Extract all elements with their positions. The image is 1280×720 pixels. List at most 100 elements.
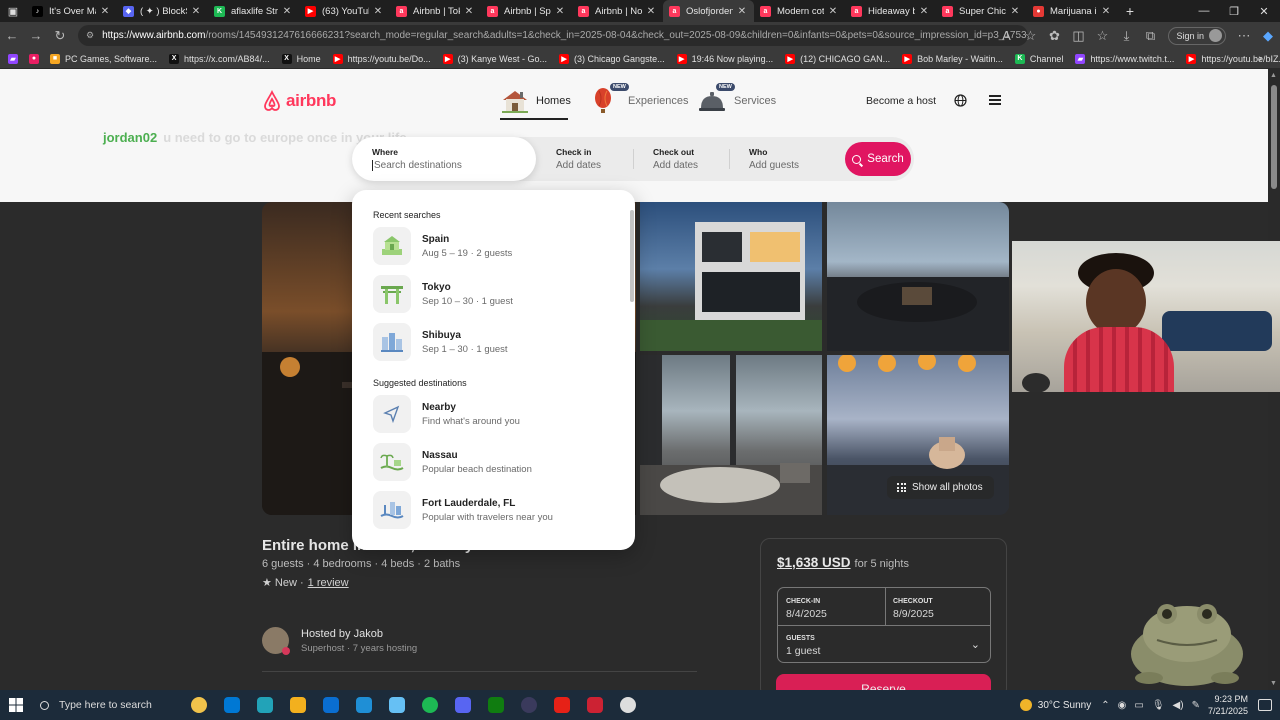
taskbar-app-icon[interactable]: [578, 690, 611, 720]
browser-tab[interactable]: ♪ It's Over Man✕: [26, 0, 117, 22]
taskbar-app-icon[interactable]: [512, 690, 545, 720]
bookmarks-overflow-icon[interactable]: ›: [1258, 53, 1262, 65]
taskbar-app-icon[interactable]: [479, 690, 512, 720]
hamburger-menu-icon[interactable]: [989, 93, 1001, 107]
recent-search-item[interactable]: Shibuya Sep 1 – 30 · 1 guest: [373, 323, 613, 361]
tab-homes[interactable]: Homes: [500, 87, 571, 115]
search-button[interactable]: Search: [845, 142, 911, 176]
close-tab-icon[interactable]: ✕: [827, 6, 839, 17]
bookmark-item[interactable]: Xhttps://x.com/AB84/...: [169, 53, 270, 64]
bookmark-item[interactable]: ▰ https://www.twitch.t...: [1075, 53, 1174, 64]
bookmark-item[interactable]: X Home: [281, 53, 321, 64]
recent-search-item[interactable]: Tokyo Sep 10 – 30 · 1 guest: [373, 275, 613, 313]
bookmark-item[interactable]: ▰: [8, 53, 23, 64]
collections-icon[interactable]: ⧉: [1138, 24, 1162, 48]
taskbar-app-icon[interactable]: [446, 690, 479, 720]
browser-tab[interactable]: ◆ ( ✦ ) BlockSpin✕: [117, 0, 208, 22]
bookmark-item[interactable]: ▶ (3) Kanye West - Go...: [442, 53, 547, 64]
close-tab-icon[interactable]: ✕: [1100, 6, 1112, 17]
recent-search-item[interactable]: Spain Aug 5 – 19 · 2 guests: [373, 227, 613, 265]
close-tab-icon[interactable]: ✕: [190, 6, 202, 17]
tab-experiences[interactable]: NEW Experiences: [592, 83, 689, 115]
bookmark-item[interactable]: ▶ 19:46 Now playing...: [676, 53, 773, 64]
volume-icon[interactable]: ◀): [1173, 700, 1184, 711]
scroll-down-icon[interactable]: ▼: [1270, 680, 1277, 687]
bookmark-item[interactable]: ●: [29, 53, 44, 64]
bookmark-item[interactable]: ■ PC Games, Software...: [50, 53, 157, 64]
chevron-up-icon[interactable]: ⌃: [1101, 700, 1109, 711]
taskbar-app-icon[interactable]: [248, 690, 281, 720]
checkin-cell[interactable]: CHECK-IN 8/4/2025: [778, 588, 885, 625]
pen-icon[interactable]: ✎: [1192, 700, 1200, 711]
taskbar-app-icon[interactable]: [413, 690, 446, 720]
extensions-icon[interactable]: ✿: [1042, 24, 1066, 48]
exterior-photo[interactable]: [640, 202, 822, 351]
bookmark-item[interactable]: ▶ (3) Chicago Gangste...: [559, 53, 665, 64]
window-menu-icon[interactable]: ▣: [0, 0, 26, 22]
minimize-icon[interactable]: —: [1188, 0, 1220, 22]
taskbar-app-icon[interactable]: [380, 690, 413, 720]
read-aloud-icon[interactable]: A: [994, 24, 1018, 48]
check-out-field[interactable]: Check out Add dates: [633, 137, 729, 181]
chevron-down-icon[interactable]: ⌄: [971, 638, 980, 651]
tab-services[interactable]: NEW Services: [698, 83, 776, 115]
new-tab-button[interactable]: +: [1118, 3, 1142, 19]
split-screen-icon[interactable]: ◫: [1066, 24, 1090, 48]
favorite-star-icon[interactable]: ☆: [1018, 24, 1042, 48]
taskbar-clock[interactable]: 9:23 PM 7/21/2025: [1208, 693, 1248, 717]
bookmark-item[interactable]: K Channel: [1014, 53, 1063, 64]
become-host-link[interactable]: Become a host: [866, 95, 936, 107]
reviews-link[interactable]: 1 review: [308, 577, 349, 589]
checkout-cell[interactable]: CHECKOUT 8/9/2025: [885, 588, 992, 625]
taskbar-app-icon[interactable]: [215, 690, 248, 720]
taskbar-app-icon[interactable]: [281, 690, 314, 720]
microphone-icon[interactable]: 🎙: [1152, 700, 1165, 711]
who-field[interactable]: Who Add guests: [729, 137, 841, 181]
close-tab-icon[interactable]: ✕: [918, 6, 930, 17]
show-all-photos-button[interactable]: Show all photos: [887, 476, 994, 499]
bookmark-item[interactable]: ▶ https://youtu.be/bIZ...: [1186, 53, 1280, 64]
browser-tab[interactable]: a Oslofjorden p✕: [663, 0, 754, 22]
browser-tab[interactable]: ▶ (63) YouTube✕: [299, 0, 390, 22]
taskbar-app-icon[interactable]: [347, 690, 380, 720]
taskbar-app-icon[interactable]: [314, 690, 347, 720]
guests-cell[interactable]: GUESTS 1 guest: [778, 625, 990, 663]
more-menu-icon[interactable]: ⋯: [1232, 24, 1256, 48]
back-icon[interactable]: ←: [0, 24, 24, 48]
close-tab-icon[interactable]: ✕: [736, 6, 748, 17]
bathtub-photo[interactable]: [827, 202, 1009, 351]
restore-icon[interactable]: ❐: [1218, 0, 1250, 22]
airbnb-logo[interactable]: airbnb: [262, 90, 336, 112]
scrollbar-thumb[interactable]: [1271, 85, 1277, 189]
browser-tab[interactable]: a Super Chic in✕: [936, 0, 1027, 22]
browser-tab[interactable]: a Hideaway by t✕: [845, 0, 936, 22]
close-window-icon[interactable]: ✕: [1248, 0, 1280, 22]
suggested-destination-item[interactable]: Nassau Popular beach destination: [373, 443, 613, 481]
bookmark-item[interactable]: ▶ (12) CHICAGO GAN...: [785, 53, 890, 64]
taskbar-search-box[interactable]: Type here to search: [32, 690, 182, 720]
destination-search-input[interactable]: Search destinations: [372, 160, 536, 171]
reload-icon[interactable]: ↻: [48, 24, 72, 48]
favorites-icon[interactable]: ☆: [1090, 24, 1114, 48]
close-tab-icon[interactable]: ✕: [1009, 6, 1021, 17]
close-tab-icon[interactable]: ✕: [554, 6, 566, 17]
browser-tab[interactable]: a Airbnb | Tokyo✕: [390, 0, 481, 22]
suggested-destination-item[interactable]: Fort Lauderdale, FL Popular with traveler…: [373, 491, 613, 529]
suggested-destination-item[interactable]: Nearby Find what's around you: [373, 395, 613, 433]
host-avatar[interactable]: [262, 627, 290, 655]
address-bar[interactable]: ⚙ https://www.airbnb.com/rooms/145493124…: [78, 25, 1028, 46]
reserve-button[interactable]: Reserve: [776, 674, 991, 690]
total-price[interactable]: $1,638 USD: [777, 555, 851, 570]
forward-icon[interactable]: →: [24, 24, 48, 48]
close-tab-icon[interactable]: ✕: [281, 6, 293, 17]
browser-tab[interactable]: ● Marijuana in N✕: [1027, 0, 1118, 22]
scroll-up-icon[interactable]: ▲: [1270, 72, 1277, 79]
app-tray-icon[interactable]: ◉: [1118, 700, 1127, 711]
browser-tab[interactable]: a Modern cotta✕: [754, 0, 845, 22]
check-in-field[interactable]: Check in Add dates: [536, 137, 632, 181]
downloads-icon[interactable]: ⤓: [1114, 24, 1138, 48]
copilot-icon[interactable]: ◆: [1256, 24, 1280, 48]
taskbar-app-icon[interactable]: [182, 690, 215, 720]
close-tab-icon[interactable]: ✕: [99, 6, 111, 17]
network-icon[interactable]: ▭: [1134, 700, 1143, 711]
